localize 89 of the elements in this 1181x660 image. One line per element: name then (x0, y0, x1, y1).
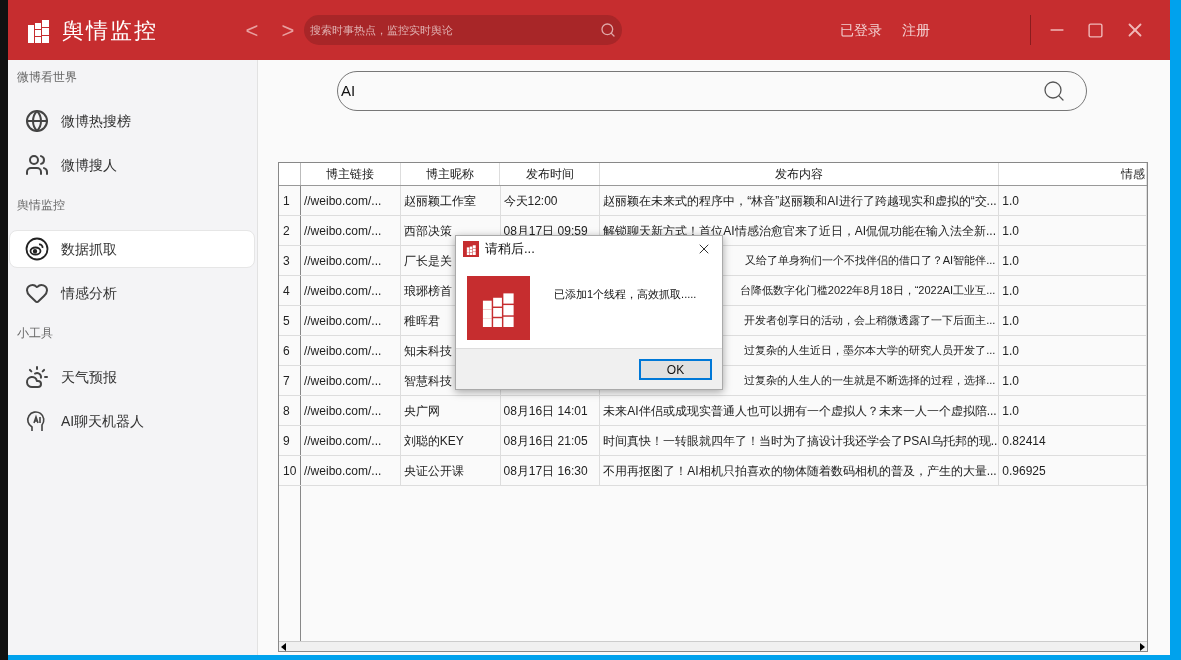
table-cell-text: 刘聪的KEY (403, 432, 464, 450)
table-cell-text: 开发者创享日的活动，会上稍微透露了一下后面主... (744, 313, 996, 329)
row-number: 4 (279, 276, 301, 305)
section-title: 舆情监控 (17, 197, 66, 214)
table-cell-text: 1.0 (1002, 312, 1020, 330)
table-cell-text: 央广网 (403, 402, 440, 420)
table-cell-text: //weibo.com/... (303, 432, 382, 450)
table-cell-text: 知未科技 (403, 342, 452, 360)
logo-icon (26, 17, 52, 43)
column-header[interactable]: 发布内容 (600, 163, 1000, 185)
table-cell-text: //weibo.com/... (303, 462, 382, 480)
register-link[interactable]: 注册 (902, 19, 930, 41)
search-icon[interactable] (1042, 79, 1066, 103)
table-cell-text: //weibo.com/... (303, 222, 382, 240)
table-cell-text: 1.0 (1002, 222, 1020, 240)
table-cell-text: 智慧科技 (403, 372, 452, 390)
maximize-icon[interactable] (1087, 21, 1104, 39)
scroll-right-icon[interactable] (1140, 642, 1145, 651)
weibo-icon (25, 237, 49, 261)
table-cell-text: //weibo.com/... (303, 192, 382, 210)
horizontal-scrollbar[interactable] (279, 641, 1147, 651)
table-cell-text: 厂长是关 (403, 252, 452, 270)
search-bar[interactable]: AI (337, 71, 1087, 111)
sidebar-item[interactable]: 数据抓取 (9, 230, 255, 268)
row-number: 2 (279, 216, 301, 245)
column-header[interactable]: 情感 (999, 163, 1147, 185)
section-title: 微博看世界 (17, 69, 78, 86)
cloud-sun-icon (25, 365, 49, 389)
column-header[interactable]: 博主昵称 (400, 163, 501, 185)
table-cell-text: 0.96925 (1002, 462, 1046, 480)
top-search-bar[interactable]: 搜索时事热点，监控实时舆论 (304, 15, 622, 45)
table-cell-text: 西部决策 (403, 222, 452, 240)
row-number: 6 (279, 336, 301, 365)
table-cell-text: 1.0 (1002, 282, 1020, 300)
table-cell-text: 台降低数字化门槛2022年8月18日，“2022AI工业互... (739, 283, 996, 299)
sidebar-item[interactable]: AI聊天机器人 (9, 402, 255, 440)
table-cell-text: 1.0 (1002, 192, 1020, 210)
sidebar-item[interactable]: 微博热搜榜 (9, 102, 255, 140)
row-number: 1 (279, 186, 301, 215)
people-icon (25, 153, 49, 177)
login-status-link[interactable]: 已登录 (840, 19, 882, 41)
row-number: 5 (279, 306, 301, 335)
column-header[interactable]: 发布时间 (500, 163, 601, 185)
table-cell-text: //weibo.com/... (303, 312, 382, 330)
table-cell-text: //weibo.com/... (303, 372, 382, 390)
globe-icon (25, 109, 49, 133)
table-cell-text: 1.0 (1002, 402, 1020, 420)
column-header[interactable]: 博主链接 (300, 163, 401, 185)
row-number: 10 (279, 456, 301, 485)
table-cell-text: 1.0 (1002, 342, 1020, 360)
table-cell-text: 1.0 (1002, 252, 1020, 270)
table-cell-text: 1.0 (1002, 372, 1020, 390)
table-cell-text: 过复杂的人生近日，墨尔本大学的研究人员开发了... (744, 343, 996, 359)
search-icon[interactable] (600, 22, 616, 38)
sidebar-item[interactable]: 微博搜人 (9, 146, 255, 184)
sidebar-item[interactable]: 情感分析 (9, 274, 255, 312)
sidebar-item[interactable]: 天气预报 (9, 358, 255, 396)
dialog-title: 请稍后... (485, 240, 535, 259)
table-cell-text: 过复杂的人生人的一生就是不断选择的过程，选择... (744, 373, 996, 389)
table-cell-text: 时间真快！一转眼就四年了！当时为了搞设计我还学会了PSAI乌托邦的现... (603, 432, 999, 450)
table-cell-text: 央证公开课 (403, 462, 464, 480)
table-cell-text: 稚晖君 (403, 312, 440, 330)
table-cell-text: //weibo.com/... (303, 282, 382, 300)
table-cell-text: 08月17日 16:30 (503, 462, 588, 480)
table-cell-text: 08月16日 21:05 (503, 432, 588, 450)
section-title: 小工具 (17, 325, 54, 342)
table-cell-text: 赵丽颖在未来式的程序中，“林音”赵丽颖和AI进行了跨越现实和虚拟的“交... (603, 192, 997, 210)
table-cell-text: 又给了单身狗们一个不找伴侣的借口了？AI智能伴... (744, 253, 996, 269)
table-cell-text: //weibo.com/... (303, 252, 382, 270)
row-number: 7 (279, 366, 301, 395)
row-number: 9 (279, 426, 301, 455)
dialog-message: 已添加1个线程，高效抓取..... (554, 287, 697, 302)
table-cell-text: 0.82414 (1002, 432, 1046, 450)
table-cell-text: 赵丽颖工作室 (403, 192, 476, 210)
search-input[interactable]: AI (341, 79, 1042, 103)
heart-icon (25, 281, 49, 305)
app-title: 舆情监控 (62, 16, 158, 45)
table-cell-text: 08月16日 14:01 (503, 402, 588, 420)
table-cell-text: //weibo.com/... (303, 402, 382, 420)
scroll-left-icon[interactable] (281, 642, 286, 651)
table-cell-text: //weibo.com/... (303, 342, 382, 360)
top-search-input[interactable]: 搜索时事热点，监控实时舆论 (310, 21, 600, 39)
ok-button[interactable]: OK (639, 358, 712, 380)
table-cell-text: 琅琊榜首 (403, 282, 452, 300)
row-number: 8 (279, 396, 301, 425)
table-cell-text: 未来AI伴侣或成现实普通人也可以拥有一个虚拟人？未来一人一个虚拟陪... (603, 402, 997, 420)
table-cell-text: 不用再抠图了！AI相机只拍喜欢的物体随着数码相机的普及，产生的大量... (603, 462, 997, 480)
row-number: 3 (279, 246, 301, 275)
table-cell-text: 今天12:00 (503, 192, 558, 210)
